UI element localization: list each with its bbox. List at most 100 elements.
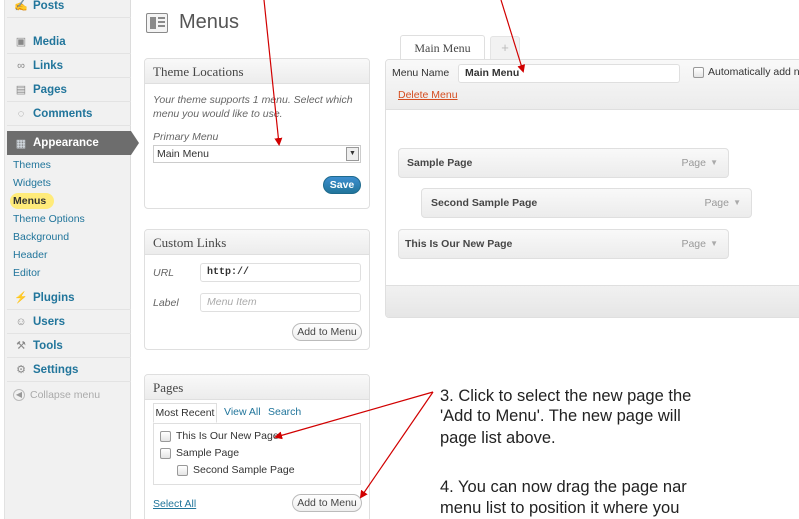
expand-arrow-icon[interactable]: ▼ — [710, 230, 718, 258]
pages-box: Pages Most Recent View All Search This I… — [144, 374, 370, 519]
submenu-themes[interactable]: Themes — [13, 157, 51, 173]
sidebar-item-tools[interactable]: ⚒ Tools — [7, 334, 131, 358]
submenu-theme-options[interactable]: Theme Options — [13, 211, 85, 227]
settings-icon: ⚙ — [16, 364, 26, 376]
save-button[interactable]: Save — [323, 176, 361, 194]
theme-locations-description-2: menu you would like to use. — [153, 108, 283, 120]
auto-add-checkbox[interactable] — [693, 67, 704, 78]
select-all-link[interactable]: Select All — [153, 498, 196, 510]
sidebar-item-label: Plugins — [33, 291, 75, 304]
page-checkbox[interactable] — [177, 465, 188, 476]
appearance-icon: ▦ — [15, 137, 27, 150]
sidebar-item-label: Comments — [33, 107, 93, 120]
menu-editor-footer — [386, 285, 799, 317]
sidebar-item-label: Settings — [33, 363, 79, 376]
page-title: Menus — [179, 11, 240, 33]
menu-item-row[interactable]: Second Sample Page Page ▼ — [421, 188, 752, 218]
pages-icon: ▤ — [15, 84, 27, 96]
menu-item-title: This Is Our New Page — [405, 238, 513, 250]
custom-links-title: Custom Links — [145, 230, 369, 255]
pin-icon: ✍ — [14, 0, 28, 12]
sidebar-item-media[interactable]: ▣ Media — [7, 30, 131, 54]
instruction-step4-line1: 4. You can now drag the page nar — [440, 478, 687, 496]
sidebar-item-appearance[interactable]: ▦ Appearance — [7, 131, 139, 155]
expand-arrow-icon[interactable]: ▼ — [710, 149, 718, 177]
sidebar-item-label: Pages — [33, 83, 67, 96]
media-icon: ▣ — [15, 36, 27, 48]
instruction-step3-line3: page list above. — [440, 429, 556, 447]
url-input[interactable]: http:// — [200, 263, 361, 282]
sidebar-item-plugins[interactable]: ⚡ Plugins — [7, 286, 131, 310]
menu-item-type: Page — [681, 157, 706, 169]
comments-icon: ◌ — [17, 107, 25, 120]
tab-view-all[interactable]: View All — [224, 406, 261, 418]
tab-main-menu[interactable]: Main Menu — [400, 35, 485, 60]
primary-menu-select[interactable]: Main Menu ▼ — [153, 145, 361, 163]
add-menu-tab[interactable]: + — [490, 36, 520, 60]
label-input[interactable]: Menu Item — [200, 293, 361, 312]
menu-item-type: Page — [704, 197, 729, 209]
instruction-step3-line2: 'Add to Menu'. The new page will — [440, 407, 681, 425]
chevron-down-icon: ▼ — [346, 147, 359, 161]
expand-arrow-icon[interactable]: ▼ — [733, 189, 741, 217]
menu-name-label: Menu Name — [392, 67, 450, 79]
primary-menu-selected: Main Menu — [157, 148, 209, 160]
pages-checklist: This Is Our New Page Sample Page Second … — [153, 423, 361, 485]
pages-add-to-menu-button[interactable]: Add to Menu — [292, 494, 362, 512]
delete-menu-link[interactable]: Delete Menu — [398, 89, 458, 101]
submenu-editor[interactable]: Editor — [13, 265, 40, 281]
sidebar-item-label: Users — [33, 315, 65, 328]
menu-item-row[interactable]: Sample Page Page ▼ — [398, 148, 729, 178]
instruction-step3-line1: 3. Click to select the new page the — [440, 387, 692, 405]
instruction-step4-line2: menu list to position it where you — [440, 499, 680, 517]
pages-box-title: Pages — [145, 375, 369, 400]
sidebar-item-comments[interactable]: ◌ Comments — [7, 102, 131, 126]
menus-icon — [146, 13, 168, 33]
sidebar-edge — [0, 0, 5, 519]
page-checkbox[interactable] — [160, 431, 171, 442]
links-icon: ∞ — [17, 59, 25, 72]
menu-editor: Menu Name Main Menu Automatically add ne… — [385, 59, 799, 318]
arrow-to-add-button — [359, 391, 434, 499]
collapse-menu-button[interactable]: ◀ Collapse menu — [13, 389, 100, 401]
page-item-label: Second Sample Page — [193, 464, 295, 476]
menu-editor-header: Menu Name Main Menu Automatically add ne… — [386, 60, 799, 110]
menu-name-input[interactable]: Main Menu — [458, 64, 680, 83]
url-label: URL — [153, 267, 175, 279]
menu-item-title: Second Sample Page — [431, 197, 538, 209]
collapse-arrow-icon: ◀ — [13, 389, 25, 401]
tools-icon: ⚒ — [16, 340, 26, 352]
submenu-header[interactable]: Header — [13, 247, 47, 263]
custom-links-add-to-menu-button[interactable]: Add to Menu — [292, 323, 362, 341]
sidebar-item-label: Posts — [33, 0, 65, 12]
sidebar-item-label: Links — [33, 59, 64, 72]
sidebar-item-label: Tools — [33, 339, 63, 352]
users-icon: ☺ — [15, 315, 27, 328]
theme-locations-title: Theme Locations — [145, 59, 369, 84]
sidebar-item-label: Appearance — [33, 137, 99, 149]
custom-links-box: Custom Links URL http:// Label Menu Item… — [144, 229, 370, 350]
menu-item-type: Page — [681, 238, 706, 250]
sidebar-item-settings[interactable]: ⚙ Settings — [7, 358, 131, 382]
submenu-menus[interactable]: Menus — [10, 193, 55, 209]
submenu-widgets[interactable]: Widgets — [13, 175, 51, 191]
sidebar-item-links[interactable]: ∞ Links — [7, 54, 131, 78]
admin-sidebar: ✍ Posts ▣ Media ∞ Links ▤ Pages ◌ Commen… — [0, 0, 139, 519]
menu-item-row[interactable]: This Is Our New Page Page ▼ — [398, 229, 729, 259]
theme-locations-box: Theme Locations Your theme supports 1 me… — [144, 58, 370, 209]
sidebar-item-users[interactable]: ☺ Users — [7, 310, 131, 334]
menu-item-title: Sample Page — [407, 157, 473, 169]
label-label: Label — [153, 297, 179, 309]
collapse-menu-label: Collapse menu — [30, 389, 101, 401]
submenu-background[interactable]: Background — [13, 229, 69, 245]
page-item-label: This Is Our New Page — [176, 430, 279, 442]
theme-locations-description-1: Your theme supports 1 menu. Select which — [153, 94, 353, 106]
plugins-icon: ⚡ — [14, 292, 28, 304]
sidebar-item-pages[interactable]: ▤ Pages — [7, 78, 131, 102]
tab-most-recent[interactable]: Most Recent — [153, 403, 217, 423]
tab-search[interactable]: Search — [268, 406, 301, 418]
page-item-label: Sample Page — [176, 447, 240, 459]
auto-add-label: Automatically add nev — [708, 66, 799, 78]
page-checkbox[interactable] — [160, 448, 171, 459]
sidebar-item-posts[interactable]: ✍ Posts — [7, 0, 131, 18]
